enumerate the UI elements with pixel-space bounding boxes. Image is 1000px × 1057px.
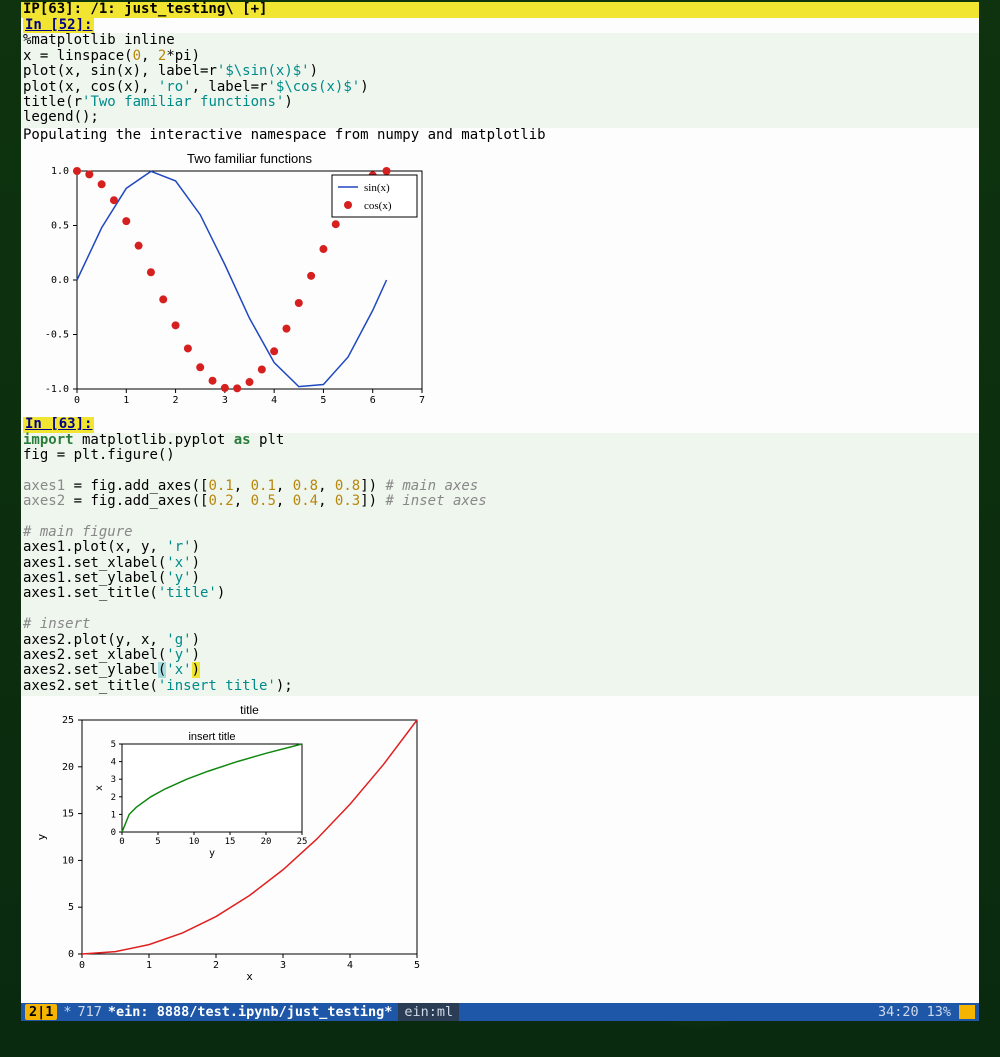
svg-text:4: 4	[111, 758, 116, 768]
cell-1-prompt: In [52]:	[23, 18, 94, 33]
svg-text:25: 25	[297, 837, 308, 847]
svg-text:3: 3	[111, 775, 116, 785]
modeline-end-block	[959, 1005, 975, 1019]
svg-text:20: 20	[62, 762, 74, 773]
plot-1: Two familiar functions 0 1 2 3 4 5 6 7 -1.0 -0.5 0.…	[21, 143, 979, 417]
svg-text:20: 20	[261, 837, 272, 847]
modified-indicator: *	[63, 1005, 71, 1020]
major-mode: ein:ml	[398, 1003, 459, 1021]
svg-text:0: 0	[68, 949, 74, 960]
svg-text:15: 15	[62, 809, 74, 820]
cell-1-output: Populating the interactive namespace fro…	[21, 128, 979, 143]
cell-1-code[interactable]: %matplotlib inline x = linspace(0, 2*pi)…	[21, 33, 979, 127]
svg-text:-0.5: -0.5	[45, 330, 69, 341]
svg-text:-1.0: -1.0	[45, 384, 69, 395]
scroll-percent: 13%	[927, 1005, 951, 1020]
plot-2: title0123450510152025xyinsert title05101…	[21, 696, 979, 990]
cell-2[interactable]: In [63]: import matplotlib.pyplot as plt…	[21, 417, 979, 696]
svg-text:sin(x): sin(x)	[364, 182, 390, 194]
svg-text:y: y	[35, 833, 48, 840]
modeline: 2|1 * 717 *ein: 8888/test.ipynb/just_tes…	[21, 1003, 979, 1021]
cursor: )	[192, 662, 200, 678]
svg-text:title: title	[240, 703, 259, 717]
svg-text:4: 4	[347, 960, 353, 971]
svg-text:25: 25	[62, 715, 74, 726]
svg-text:2: 2	[213, 960, 219, 971]
window-titlebar: IP[63]: /1: just_testing\ [+]	[21, 2, 979, 18]
svg-text:5: 5	[155, 837, 160, 847]
svg-text:1.0: 1.0	[51, 166, 69, 177]
svg-text:10: 10	[62, 856, 74, 867]
svg-text:1: 1	[123, 395, 129, 406]
buffer-name: *ein: 8888/test.ipynb/just_testing*	[108, 1005, 392, 1020]
svg-text:0: 0	[74, 395, 80, 406]
svg-text:x: x	[94, 785, 105, 791]
editor-window: IP[63]: /1: just_testing\ [+] In [52]: %…	[21, 2, 979, 1021]
svg-text:4: 4	[271, 395, 277, 406]
svg-text:0: 0	[79, 960, 85, 971]
svg-text:6: 6	[370, 395, 376, 406]
svg-text:1: 1	[146, 960, 152, 971]
svg-text:1: 1	[111, 811, 116, 821]
svg-text:0: 0	[119, 837, 124, 847]
svg-text:cos(x): cos(x)	[364, 200, 392, 212]
svg-text:5: 5	[111, 740, 116, 750]
cell-2-code[interactable]: import matplotlib.pyplot as plt fig = pl…	[21, 433, 979, 697]
line-count: 717	[78, 1005, 102, 1020]
svg-text:0: 0	[111, 828, 116, 838]
cell-2-prompt: In [63]:	[23, 417, 94, 432]
window-number-chip: 2|1	[25, 1004, 57, 1020]
svg-text:2: 2	[111, 793, 116, 803]
svg-text:x: x	[246, 970, 253, 982]
svg-text:5: 5	[320, 395, 326, 406]
svg-text:3: 3	[222, 395, 228, 406]
svg-text:5: 5	[68, 902, 74, 913]
cell-1[interactable]: In [52]: %matplotlib inline x = linspace…	[21, 18, 979, 143]
cursor-position: 34:20	[878, 1005, 919, 1020]
svg-text:0.0: 0.0	[51, 275, 69, 286]
svg-text:Two familiar functions: Two familiar functions	[187, 151, 312, 166]
svg-text:3: 3	[280, 960, 286, 971]
svg-text:insert title: insert title	[188, 731, 235, 743]
svg-text:10: 10	[189, 837, 200, 847]
svg-text:y: y	[209, 848, 215, 859]
svg-text:15: 15	[225, 837, 236, 847]
svg-text:2: 2	[173, 395, 179, 406]
svg-text:0.5: 0.5	[51, 221, 69, 232]
svg-text:7: 7	[419, 395, 425, 406]
svg-text:5: 5	[414, 960, 420, 971]
